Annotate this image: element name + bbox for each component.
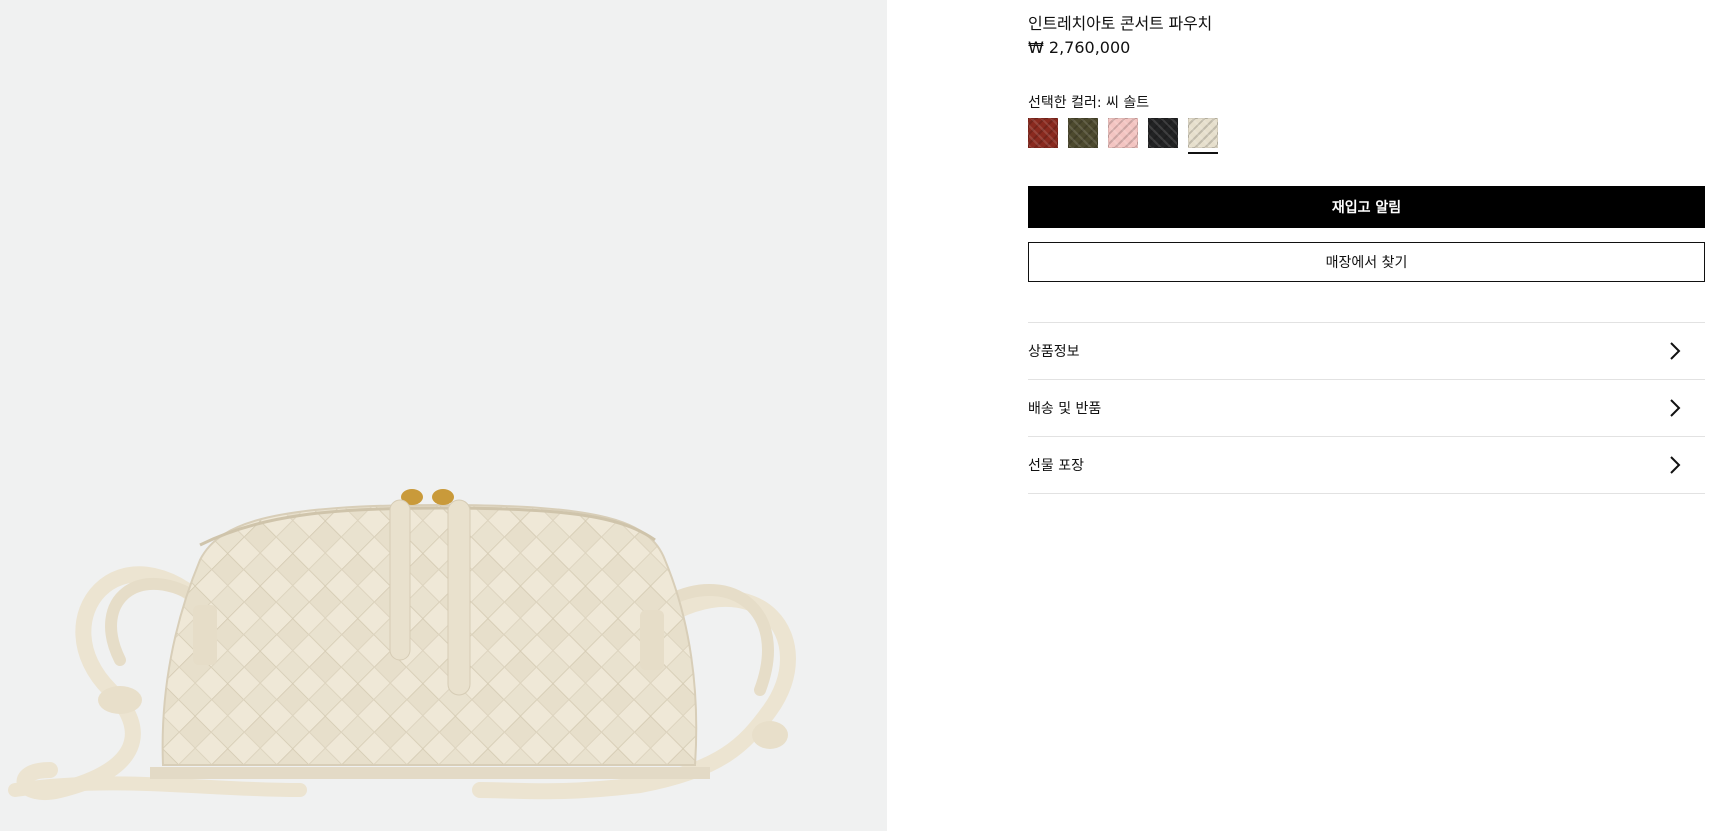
color-swatch[interactable] xyxy=(1148,118,1178,154)
selected-color-label: 선택한 컬러: 씨 솔트 xyxy=(1028,95,1150,111)
swatch-chip xyxy=(1188,118,1218,148)
color-swatch[interactable] xyxy=(1188,118,1218,154)
accordion-item-label: 선물 포장 xyxy=(1028,458,1084,474)
product-image[interactable] xyxy=(0,0,887,831)
swatch-chip xyxy=(1108,118,1138,148)
accordion-item-gift-wrap[interactable]: 선물 포장 xyxy=(1028,437,1705,494)
product-title: 인트레치아토 콘서트 파우치 xyxy=(1028,14,1213,33)
product-price: ₩ 2,760,000 xyxy=(1028,38,1131,57)
color-swatch[interactable] xyxy=(1108,118,1138,154)
swatch-chip xyxy=(1148,118,1178,148)
color-swatch[interactable] xyxy=(1028,118,1058,154)
chevron-right-icon xyxy=(1669,399,1685,417)
chevron-right-icon xyxy=(1669,342,1685,360)
swatch-chip xyxy=(1028,118,1058,148)
info-accordion: 상품정보 배송 및 반품 선물 포장 xyxy=(1028,322,1705,494)
color-swatches xyxy=(1028,118,1218,154)
swatch-chip xyxy=(1068,118,1098,148)
notify-restock-button[interactable]: 재입고 알림 xyxy=(1028,186,1705,228)
find-in-store-button[interactable]: 매장에서 찾기 xyxy=(1028,242,1705,282)
chevron-right-icon xyxy=(1669,456,1685,474)
product-page: 인트레치아토 콘서트 파우치 ₩ 2,760,000 선택한 컬러: 씨 솔트 … xyxy=(0,0,1724,831)
accordion-item-label: 상품정보 xyxy=(1028,344,1080,360)
color-swatch[interactable] xyxy=(1068,118,1098,154)
accordion-item-product-info[interactable]: 상품정보 xyxy=(1028,323,1705,380)
accordion-item-label: 배송 및 반품 xyxy=(1028,401,1102,417)
accordion-item-shipping-returns[interactable]: 배송 및 반품 xyxy=(1028,380,1705,437)
